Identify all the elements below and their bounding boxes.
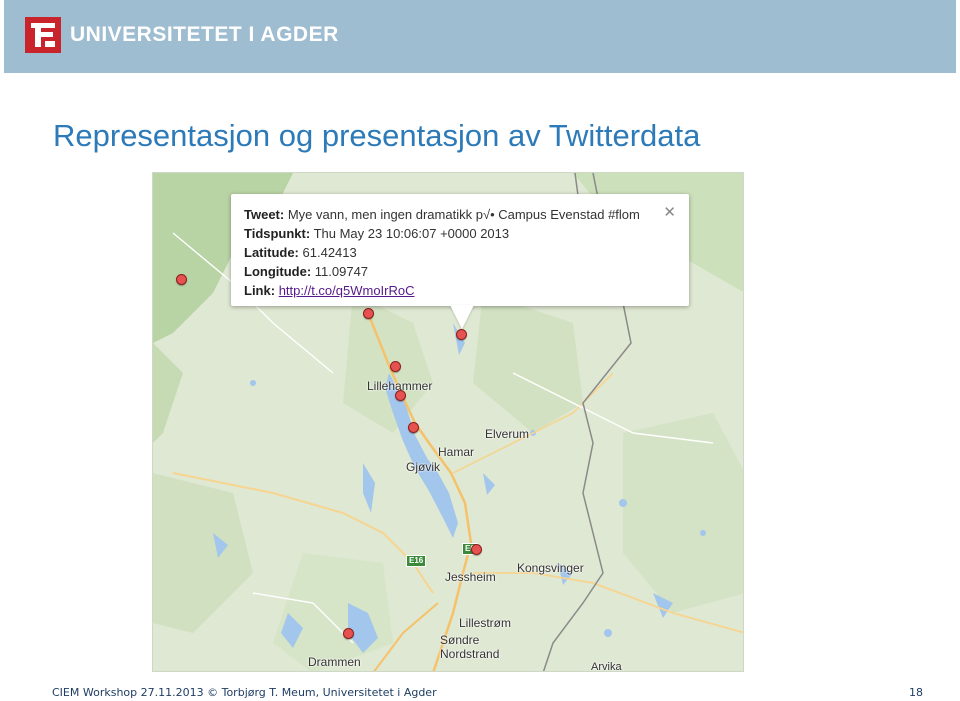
slide-title: Representasjon og presentasjon av Twitte… (53, 118, 701, 153)
popup-time-value: Thu May 23 10:06:07 +0000 2013 (313, 226, 510, 241)
close-icon[interactable]: ✕ (663, 203, 676, 221)
page-number: 18 (909, 686, 923, 699)
popup-link-label: Link: (244, 283, 276, 298)
popup-pointer (450, 305, 474, 329)
place-label-nordstrand: Nordstrand (440, 647, 500, 661)
place-label-sondre: Søndre (440, 633, 480, 647)
footer-credit: CIEM Workshop 27.11.2013 © Torbjørg T. M… (52, 686, 437, 699)
popup-tweet-link[interactable]: http://t.co/q5WmoIrRoC (279, 283, 415, 298)
place-label-hamar: Hamar (438, 445, 475, 459)
popup-latitude-row: Latitude: 61.42413 (244, 243, 689, 262)
place-label-elverum: Elverum (485, 427, 530, 441)
place-label-gjovik: Gjøvik (406, 460, 440, 474)
header-bar: UNIVERSITETET I AGDER (4, 0, 956, 73)
place-label-jessheim: Jessheim (445, 570, 496, 584)
popup-link-row: Link: http://t.co/q5WmoIrRoC (244, 281, 689, 300)
popup-longitude-row: Longitude: 11.09747 (244, 262, 689, 281)
place-label-drammen: Drammen (308, 655, 361, 669)
tweet-marker-selected[interactable] (456, 329, 467, 340)
tweet-marker[interactable] (176, 274, 187, 285)
place-label-lillestrom: Lillestrøm (459, 616, 512, 630)
popup-time-label: Tidspunkt: (244, 226, 311, 241)
tweet-marker[interactable] (343, 628, 354, 639)
popup-longitude-label: Longitude: (244, 264, 312, 279)
tweet-marker[interactable] (395, 390, 406, 401)
place-label-arvika: Arvika (591, 661, 622, 672)
tweet-info-popup: ✕ Tweet: Mye vann, men ingen dramatikk p… (231, 194, 689, 306)
route-shield-e16: E16 (406, 555, 427, 567)
place-label-kongsvinger: Kongsvinger (517, 561, 584, 575)
popup-longitude-value: 11.09747 (314, 264, 369, 279)
tweet-marker[interactable] (471, 544, 482, 555)
tweet-marker[interactable] (408, 422, 419, 433)
map-view[interactable]: Lillehammer Elverum Hamar Gjøvik Jesshei… (152, 172, 744, 672)
popup-time-row: Tidspunkt: Thu May 23 10:06:07 +0000 201… (244, 224, 689, 243)
popup-latitude-label: Latitude: (244, 245, 299, 260)
tweet-marker[interactable] (363, 308, 374, 319)
tweet-marker[interactable] (390, 361, 401, 372)
uia-logo-icon (25, 17, 61, 53)
university-name: UNIVERSITETET I AGDER (70, 23, 339, 46)
popup-tweet-label: Tweet: (244, 207, 285, 222)
popup-latitude-value: 61.42413 (302, 245, 357, 260)
popup-tweet-row: Tweet: Mye vann, men ingen dramatikk p√•… (244, 205, 689, 224)
popup-tweet-value: Mye vann, men ingen dramatikk p√• Campus… (287, 207, 640, 222)
